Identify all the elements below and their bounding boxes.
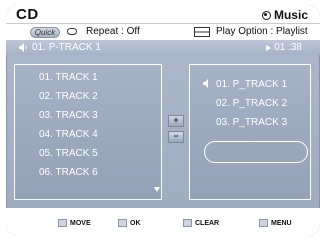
play-icon	[266, 44, 272, 51]
move-key-icon	[58, 219, 67, 227]
track-item[interactable]: 06. TRACK 6	[39, 167, 98, 178]
playlist-item[interactable]: 02. P_TRACK 2	[216, 98, 287, 109]
repeat-icon	[67, 28, 77, 35]
playlist-item[interactable]: 01. P_TRACK 1	[216, 79, 287, 90]
add-to-playlist-button[interactable]: +	[168, 115, 184, 127]
quick-button[interactable]: Quick	[30, 27, 60, 38]
track-item[interactable]: 04. TRACK 4	[39, 129, 98, 140]
status-bar: Quick Repeat : Off Play Option : Playlis…	[6, 23, 320, 41]
menu-key-icon	[259, 219, 268, 227]
music-icon	[261, 10, 271, 20]
ok-key-icon	[118, 219, 127, 227]
play-option-icon	[194, 27, 210, 37]
elapsed-time: 01 :38	[274, 42, 302, 53]
speaker-icon	[19, 43, 27, 52]
now-playing-bar: 01. P-TRACK 1 01 :38	[6, 40, 320, 55]
page-title: CD	[16, 6, 39, 23]
clear-key-icon	[183, 219, 192, 227]
play-option-label[interactable]: Play Option : Playlist	[216, 26, 308, 37]
move-hint: MOVE	[58, 219, 91, 227]
scroll-down-icon[interactable]	[154, 187, 160, 192]
ok-hint: OK	[118, 219, 141, 227]
menu-hint: MENU	[259, 219, 292, 227]
repeat-label[interactable]: Repeat : Off	[86, 26, 140, 37]
mode-indicator: Music	[261, 8, 308, 22]
playlist-item[interactable]: 03. P_TRACK 3	[216, 117, 287, 128]
footer-bar: MOVE OK CLEAR MENU	[6, 208, 320, 236]
track-item[interactable]: 01. TRACK 1	[39, 72, 98, 83]
track-item[interactable]: 05. TRACK 5	[39, 148, 98, 159]
track-item[interactable]: 02. TRACK 2	[39, 91, 98, 102]
clear-hint: CLEAR	[183, 219, 219, 227]
cd-playlist-screen: CD Music Quick Repeat : Off Play Option …	[6, 5, 320, 236]
move-label: MOVE	[70, 219, 91, 227]
playlist-panel: 01. P_TRACK 1 02. P_TRACK 2 03. P_TRACK …	[189, 64, 311, 200]
track-list-panel: 01. TRACK 1 02. TRACK 2 03. TRACK 3 04. …	[14, 64, 162, 200]
menu-label: MENU	[271, 219, 292, 227]
ok-label: OK	[130, 219, 141, 227]
clear-label: CLEAR	[195, 219, 220, 227]
now-playing-track: 01. P-TRACK 1	[32, 42, 101, 53]
header-bar: CD Music	[6, 5, 320, 23]
playlist-empty-slot[interactable]	[204, 141, 308, 163]
play-time: 01 :38	[266, 42, 302, 53]
remove-from-playlist-button[interactable]: −	[168, 131, 184, 143]
track-item[interactable]: 03. TRACK 3	[39, 110, 98, 121]
speaker-icon	[203, 79, 208, 88]
mode-label: Music	[273, 8, 308, 22]
